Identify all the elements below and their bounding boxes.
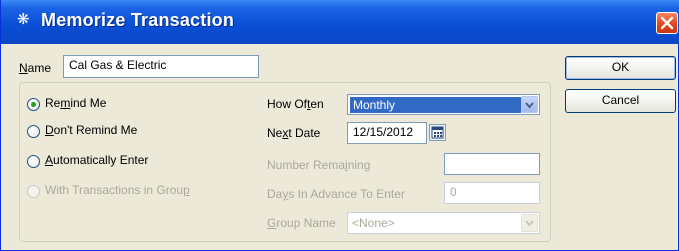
group-name-dropdown-arrow [521,214,538,232]
chevron-down-icon [525,220,534,227]
next-date-input[interactable]: 12/15/2012 [347,122,427,144]
cancel-button[interactable]: Cancel [565,89,676,113]
name-input[interactable]: Cal Gas & Electric [63,55,259,78]
group-name-label: Group Name [267,216,336,230]
name-input-value: Cal Gas & Electric [69,58,167,72]
number-remaining-input[interactable] [444,153,540,175]
dont-remind-me-radio[interactable] [27,125,40,138]
days-in-advance-input[interactable]: 0 [444,182,540,204]
remind-me-radio[interactable] [27,98,40,111]
number-remaining-label: Number Remaining [267,158,371,172]
how-often-dropdown[interactable]: Monthly [347,94,540,115]
memorize-transaction-dialog: ❋ Memorize Transaction Name Cal Gas & El… [0,0,679,251]
how-often-dropdown-arrow[interactable] [521,96,538,113]
calendar-button[interactable] [429,124,446,141]
name-label-rest: ame [27,61,52,75]
chevron-down-icon [525,102,534,109]
group-name-value: <None> [352,216,395,230]
group-name-dropdown: <None> [347,212,540,234]
automatically-enter-label[interactable]: Automatically Enter [45,153,148,167]
remind-me-label[interactable]: Remind Me [45,96,106,110]
close-icon [660,16,674,30]
days-in-advance-label: Days In Advance To Enter [267,187,405,201]
automatically-enter-radio[interactable] [27,155,40,168]
dont-remind-me-label[interactable]: Don't Remind Me [45,123,137,137]
ok-button[interactable]: OK [565,56,676,80]
title-bar[interactable]: ❋ Memorize Transaction [1,0,679,44]
how-often-label: How Often [267,97,324,111]
next-date-value: 12/15/2012 [353,125,414,139]
name-label: Name [19,61,52,75]
how-often-value: Monthly [350,97,521,113]
close-button[interactable] [656,12,678,34]
next-date-label: Next Date [267,126,321,140]
window-title: Memorize Transaction [41,10,235,30]
days-in-advance-value: 0 [450,185,457,199]
with-transactions-in-group-radio [27,185,40,198]
quickbooks-memorize-icon: ❋ [17,11,30,28]
with-transactions-in-group-label: With Transactions in Group [45,183,190,197]
calendar-icon [431,126,444,139]
